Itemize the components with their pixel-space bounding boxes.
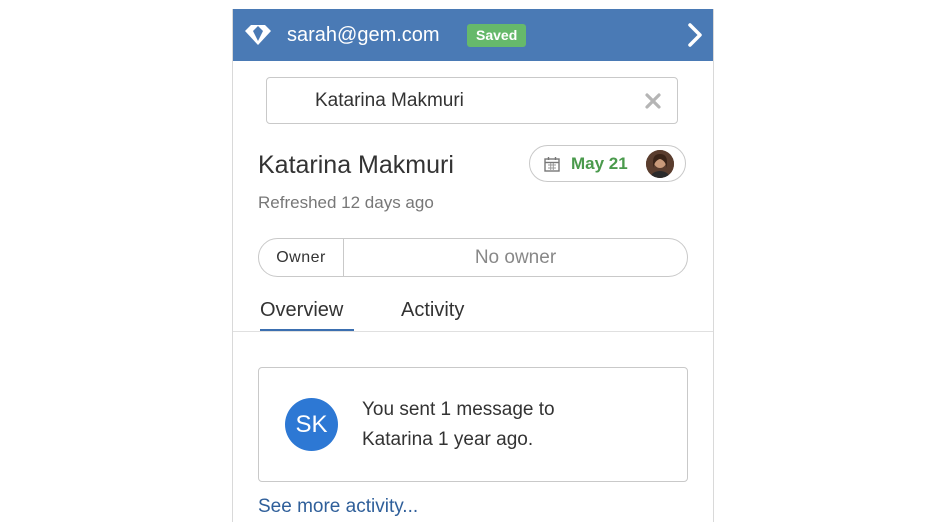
avatar-photo-icon xyxy=(646,150,674,178)
refreshed-timestamp: Refreshed 12 days ago xyxy=(258,193,434,212)
activity-message-line-1: You sent 1 message to xyxy=(362,399,555,420)
clear-search-icon[interactable] xyxy=(645,93,661,109)
owner-value[interactable]: No owner xyxy=(344,239,687,276)
date-reminder-pill[interactable]: May 21 xyxy=(529,145,686,182)
search-box xyxy=(266,77,678,124)
account-email: sarah@gem.com xyxy=(287,24,440,46)
contact-name: Katarina Makmuri xyxy=(258,151,454,179)
activity-card: SK You sent 1 message to Katarina 1 year… xyxy=(258,367,688,482)
calendar-icon xyxy=(544,157,560,172)
date-label: May 21 xyxy=(571,154,628,173)
contact-sidebar: sarah@gem.com Saved Katarina Makmuri May… xyxy=(232,9,714,522)
search-input[interactable] xyxy=(315,88,635,114)
tab-bar: Overview Activity xyxy=(233,293,713,332)
sender-avatar: SK xyxy=(285,398,338,451)
saved-status-badge: Saved xyxy=(467,24,527,47)
activity-message: You sent 1 message to Katarina 1 year ag… xyxy=(362,395,662,455)
activity-message-line-2: Katarina 1 year ago. xyxy=(362,429,534,450)
gem-logo-icon xyxy=(245,25,271,45)
user-avatar xyxy=(646,150,674,178)
tab-activity[interactable]: Activity xyxy=(401,297,464,323)
chevron-right-icon[interactable] xyxy=(686,22,704,48)
see-more-activity-link[interactable]: See more activity... xyxy=(258,495,418,519)
tab-overview[interactable]: Overview xyxy=(260,297,343,323)
owner-label: Owner xyxy=(259,239,344,276)
active-tab-indicator xyxy=(260,329,354,331)
owner-selector: Owner No owner xyxy=(258,238,688,277)
header-bar: sarah@gem.com Saved xyxy=(233,9,713,61)
